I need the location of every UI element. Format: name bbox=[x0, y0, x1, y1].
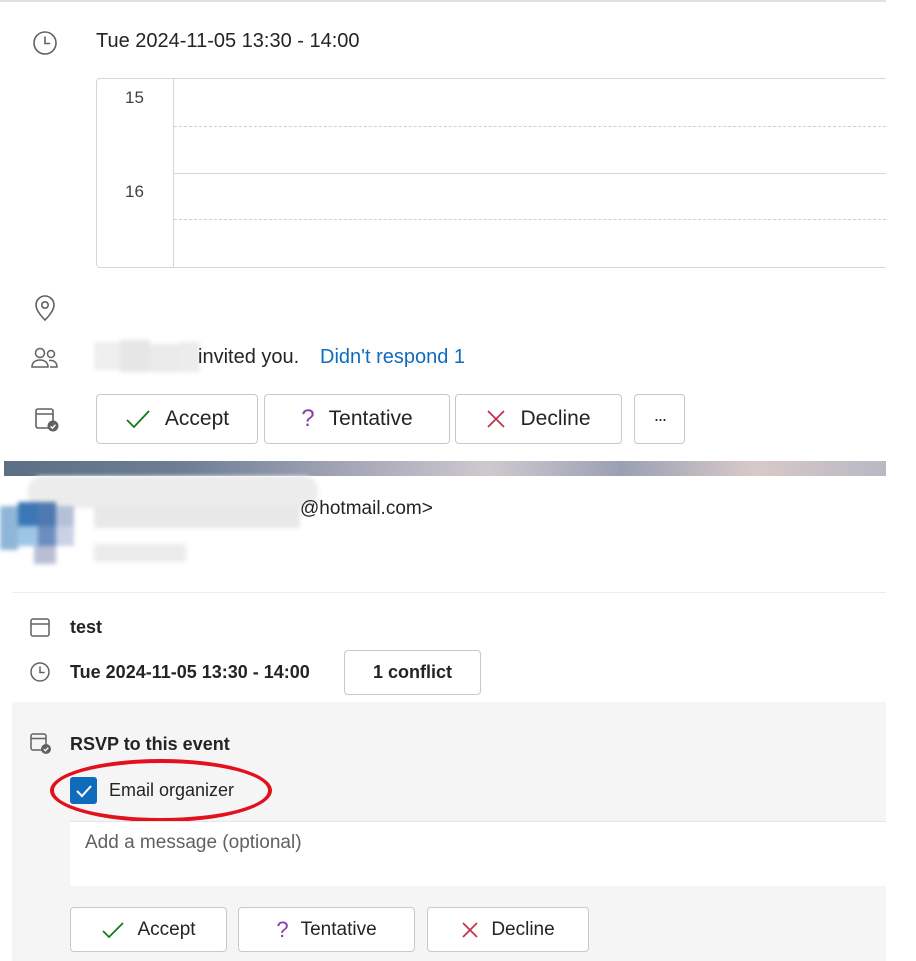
message-placeholder: Add a message (optional) bbox=[85, 832, 302, 853]
redacted-sender-info bbox=[0, 476, 320, 566]
calendar-rsvp-icon bbox=[29, 732, 53, 756]
calendar-half-hour-line bbox=[174, 126, 886, 127]
calendar-half-hour-line bbox=[174, 219, 886, 220]
mini-calendar-view[interactable]: 15 16 bbox=[96, 78, 886, 268]
decline-button[interactable]: Decline bbox=[455, 394, 622, 444]
annotation-highlight-oval bbox=[50, 759, 272, 822]
response-status-link[interactable]: Didn't respond 1 bbox=[320, 346, 465, 369]
calendar-icon bbox=[29, 616, 51, 638]
rsvp-tentative-button[interactable]: ? Tentative bbox=[238, 907, 415, 952]
rsvp-decline-label: Decline bbox=[491, 918, 555, 940]
checkmark-icon bbox=[125, 408, 151, 430]
decline-button-label: Decline bbox=[520, 407, 591, 430]
location-pin-icon bbox=[33, 294, 57, 322]
calendar-hour-line bbox=[174, 173, 886, 174]
calendar-hour-label: 15 bbox=[125, 88, 144, 107]
invite-text: invited you. bbox=[198, 346, 300, 368]
panel-top-border bbox=[0, 0, 886, 2]
conflict-button-label: 1 conflict bbox=[372, 662, 452, 682]
calendar-hour-label: 16 bbox=[125, 182, 144, 201]
attendees-icon bbox=[30, 345, 60, 371]
rsvp-decline-button[interactable]: Decline bbox=[427, 907, 589, 952]
redacted-organizer-name bbox=[94, 340, 204, 374]
more-options-button[interactable]: ··· bbox=[634, 394, 685, 444]
rsvp-message-input[interactable]: Add a message (optional) bbox=[70, 821, 886, 886]
rsvp-tentative-label: Tentative bbox=[300, 918, 377, 940]
tentative-button-label: Tentative bbox=[328, 407, 413, 430]
clock-icon bbox=[32, 30, 58, 56]
more-options-label: ··· bbox=[653, 408, 668, 429]
rsvp-accept-button[interactable]: Accept bbox=[70, 907, 227, 952]
accept-button-label: Accept bbox=[164, 407, 230, 430]
sender-email: @hotmail.com> bbox=[300, 498, 433, 519]
conflict-button[interactable]: 1 conflict bbox=[344, 650, 481, 695]
accept-button[interactable]: Accept bbox=[96, 394, 258, 444]
calendar-rsvp-icon bbox=[33, 406, 61, 434]
event-datetime: Tue 2024-11-05 13:30 - 14:00 bbox=[70, 662, 310, 682]
close-icon bbox=[486, 409, 506, 429]
event-title: test bbox=[70, 617, 103, 637]
rsvp-accept-label: Accept bbox=[137, 918, 196, 940]
tentative-button[interactable]: ? Tentative bbox=[264, 394, 450, 444]
banner-image-strip bbox=[4, 461, 886, 476]
meeting-datetime: Tue 2024-11-05 13:30 - 14:00 bbox=[96, 30, 360, 52]
close-icon bbox=[461, 921, 479, 939]
question-mark-icon: ? bbox=[276, 916, 289, 942]
checkmark-icon bbox=[101, 920, 125, 940]
question-mark-icon: ? bbox=[301, 405, 315, 432]
rsvp-heading: RSVP to this event bbox=[70, 734, 230, 754]
clock-icon bbox=[29, 661, 51, 683]
